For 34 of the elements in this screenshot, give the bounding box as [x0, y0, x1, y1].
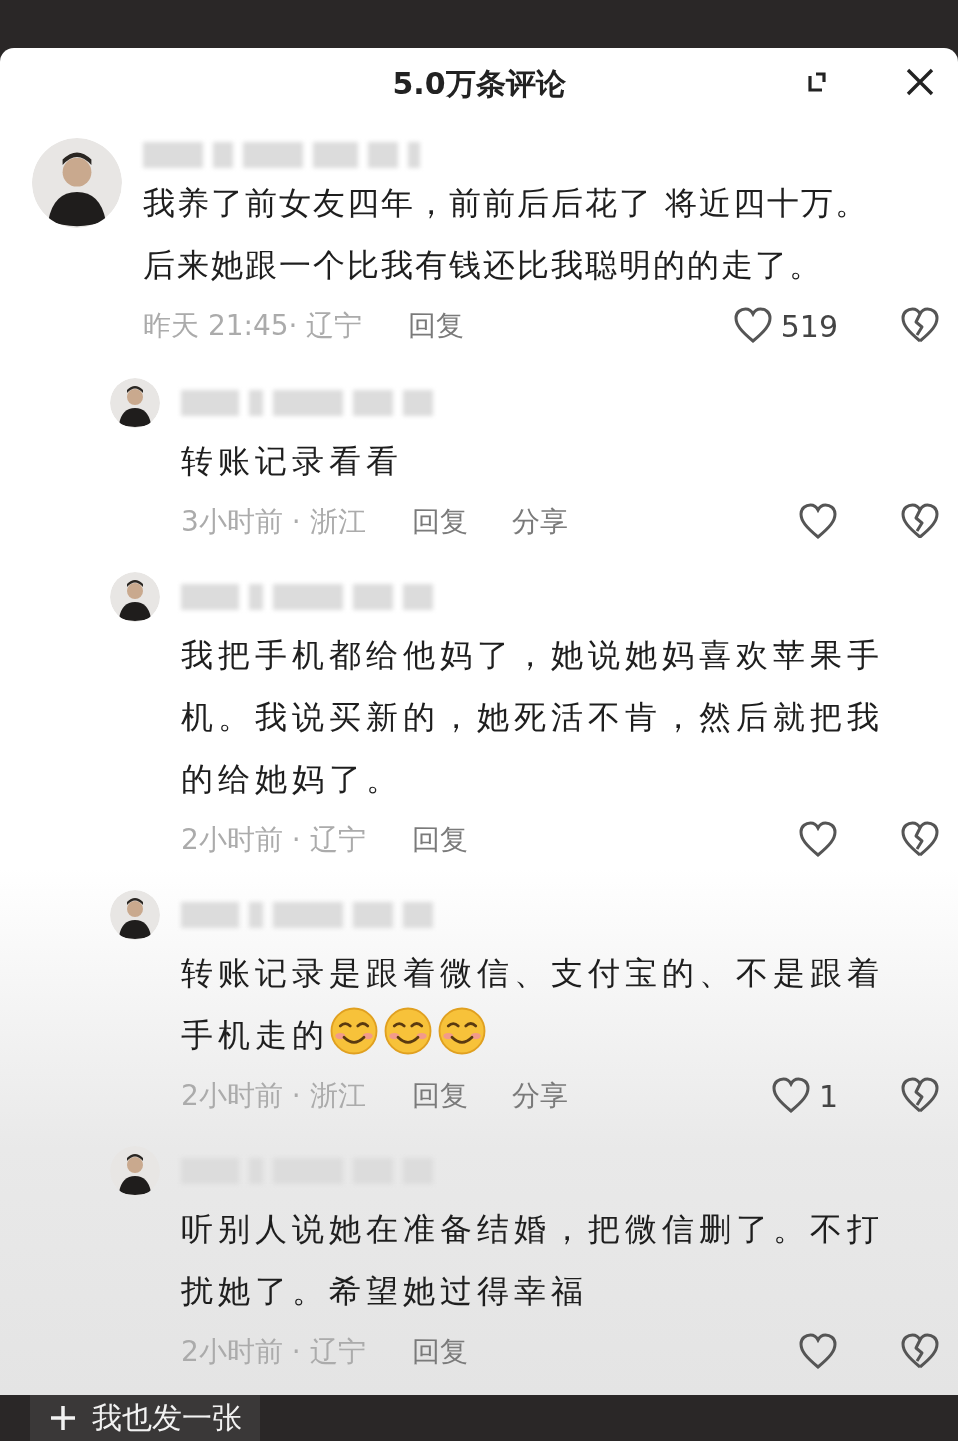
heart-icon[interactable]: [770, 1076, 811, 1116]
heart-icon[interactable]: [798, 1332, 838, 1372]
post-button[interactable]: 我也发一张: [30, 1395, 260, 1441]
comments-title: 5.0万条评论: [392, 64, 566, 103]
avatar[interactable]: [32, 138, 122, 228]
comment-action[interactable]: 回复: [411, 1077, 468, 1115]
smiling-face-icon: [383, 1006, 433, 1056]
like-count: 1: [818, 1078, 838, 1114]
comment-action[interactable]: 回复: [411, 1333, 468, 1371]
comment-time-location: 昨天 21:45· 辽宁: [143, 308, 363, 344]
heart-icon[interactable]: [798, 502, 838, 542]
comment-action[interactable]: 分享: [511, 1077, 568, 1115]
comment-time-location: 2小时前 · 辽宁: [181, 1334, 366, 1370]
comment-time-location: 2小时前 · 辽宁: [181, 822, 366, 858]
plus-icon: [48, 1403, 78, 1433]
heart-icon[interactable]: [798, 820, 838, 860]
reply-text: 听别人说她在准备结婚，把微信删了。不打扰她了。希望她过得幸福: [181, 1209, 885, 1312]
reply-text: 我把手机都给他妈了，她说她妈喜欢苹果手机。我说买新的，她死活不肯，然后就把我的给她妈了。: [181, 635, 885, 800]
avatar[interactable]: [110, 572, 160, 622]
heart-icon[interactable]: [732, 306, 773, 346]
comment-action[interactable]: 回复: [411, 821, 468, 859]
comment-action[interactable]: 分享: [511, 503, 568, 541]
reply-text: 转账记录是跟着微信、支付宝的、不是跟着手机走的: [181, 953, 885, 1058]
comment-text: 我养了前女友四年，前前后后花了 将近四十万。后来她跟一个比我有钱还比我聪明的的走了。: [143, 183, 871, 286]
avatar[interactable]: [110, 378, 160, 428]
smiling-face-icon: [329, 1006, 379, 1056]
comment-time-location: 3小时前 · 浙江: [181, 504, 366, 540]
smiling-face-icon: [437, 1006, 487, 1056]
comment-action[interactable]: 回复: [408, 307, 465, 345]
comment-action[interactable]: 回复: [411, 503, 468, 541]
avatar[interactable]: [110, 890, 160, 940]
like-count: 519: [780, 308, 838, 344]
comment-time-location: 2小时前 · 浙江: [181, 1078, 366, 1114]
reply-text: 转账记录看看: [181, 441, 404, 482]
